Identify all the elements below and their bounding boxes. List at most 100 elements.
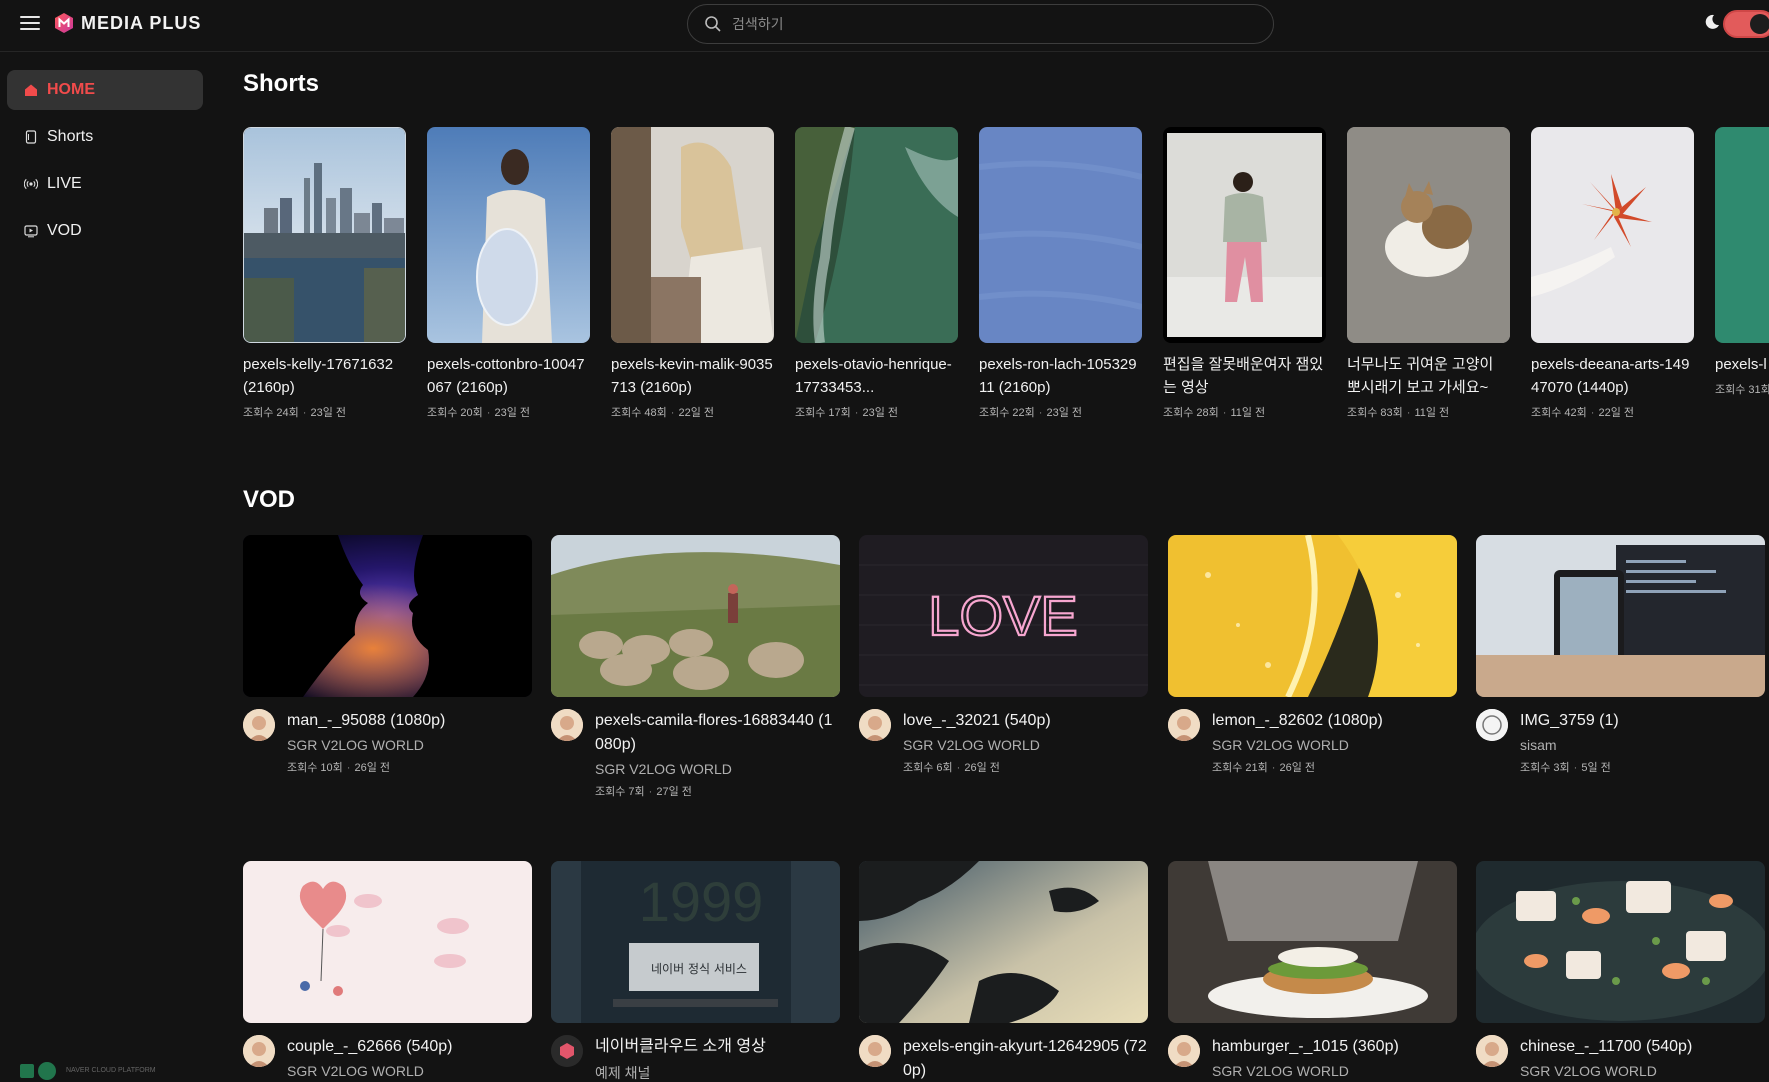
short-title[interactable]: 너무나도 귀여운 고양이 뽀시래기 보고 가세요~ [1347, 353, 1510, 399]
vod-card[interactable]: pexels-engin-akyurt-12642905 (720p) [859, 861, 1148, 1082]
sidebar-item-vod[interactable]: VOD [7, 211, 203, 251]
vod-title[interactable]: lemon_-_82602 (1080p) [1212, 709, 1457, 733]
short-title[interactable]: pexels-cottonbro-10047067 (2160p) [427, 353, 590, 399]
short-card[interactable]: 편집을 잘못배운여자 잼있는 영상 조회수 28회 · 11일 전 [1163, 127, 1326, 420]
channel-avatar[interactable] [1476, 1035, 1508, 1067]
vod-channel[interactable]: SGR V2LOG WORLD [1212, 737, 1457, 753]
vod-card[interactable]: hamburger_-_1015 (360p) SGR V2LOG WORLD [1168, 861, 1457, 1079]
short-thumbnail[interactable] [427, 127, 590, 343]
view-count: 조회수 42회 [1531, 407, 1587, 419]
vod-channel[interactable]: SGR V2LOG WORLD [287, 1063, 532, 1079]
view-count: 조회수 22회 [979, 407, 1035, 419]
sheep-field-image [551, 535, 840, 697]
short-thumbnail[interactable] [1715, 127, 1769, 343]
search-bar[interactable] [687, 4, 1274, 44]
view-count: 조회수 10회 [287, 762, 343, 774]
channel-avatar[interactable] [243, 709, 275, 741]
short-title[interactable]: 편집을 잘못배운여자 잼있는 영상 [1163, 353, 1326, 399]
channel-avatar[interactable] [1168, 1035, 1200, 1067]
vod-title[interactable]: chinese_-_11700 (540p) [1520, 1035, 1765, 1059]
seafood-dish-image [1476, 861, 1765, 1023]
vod-thumbnail[interactable] [551, 535, 840, 697]
app-logo[interactable]: MEDIA PLUS [54, 12, 201, 34]
vod-thumbnail[interactable] [859, 861, 1148, 1023]
sidebar-item-home[interactable]: HOME [7, 70, 203, 110]
vod-channel[interactable]: SGR V2LOG WORLD [1520, 1063, 1765, 1079]
vod-title[interactable]: 네이버클라우드 소개 영상 [595, 1035, 840, 1059]
vod-card[interactable]: 1999 네이버 정식 서비스 네이버클라우드 소개 영상 예제 채널 [551, 861, 840, 1082]
vod-info: IMG_3759 (1) sisam 조회수 3회 · 5일 전 [1476, 709, 1765, 775]
short-card[interactable]: pexels-ron-lach-10532911 (2160p) 조회수 22회… [979, 127, 1142, 420]
vod-title[interactable]: couple_-_62666 (540p) [287, 1035, 532, 1059]
short-card[interactable]: pexels-kelly-17671632 (2160p) 조회수 24회 · 23… [243, 127, 406, 420]
channel-avatar[interactable] [859, 709, 891, 741]
vod-channel[interactable]: sisam [1520, 737, 1765, 753]
vod-card[interactable]: chinese_-_11700 (540p) SGR V2LOG WORLD [1476, 861, 1765, 1079]
aerial-coast-image [795, 127, 958, 343]
vod-info: lemon_-_82602 (1080p) SGR V2LOG WORLD 조회… [1168, 709, 1457, 775]
vod-card[interactable]: LOVE love_-_32021 (540p) SGR V2LOG WORLD… [859, 535, 1148, 775]
channel-avatar[interactable] [243, 1035, 275, 1067]
short-title[interactable]: pexels-l 134336 [1715, 353, 1769, 376]
vod-title[interactable]: love_-_32021 (540p) [903, 709, 1148, 733]
vod-card[interactable]: lemon_-_82602 (1080p) SGR V2LOG WORLD 조회… [1168, 535, 1457, 775]
vod-thumbnail[interactable] [243, 535, 532, 697]
vod-channel[interactable]: SGR V2LOG WORLD [903, 737, 1148, 753]
short-thumbnail[interactable] [1347, 127, 1510, 343]
short-card[interactable]: pexels-cottonbro-10047067 (2160p) 조회수 20… [427, 127, 590, 420]
short-title[interactable]: pexels-ron-lach-10532911 (2160p) [979, 353, 1142, 399]
vod-thumbnail[interactable] [1168, 861, 1457, 1023]
channel-avatar[interactable] [1476, 709, 1508, 741]
short-thumbnail[interactable] [1531, 127, 1694, 343]
vod-channel[interactable]: SGR V2LOG WORLD [287, 737, 532, 753]
vod-card[interactable]: man_-_95088 (1080p) SGR V2LOG WORLD 조회수 … [243, 535, 532, 775]
sidebar-item-label: LIVE [47, 175, 82, 192]
red-flower-image [1531, 127, 1694, 343]
search-icon [705, 16, 721, 32]
vod-card[interactable]: IMG_3759 (1) sisam 조회수 3회 · 5일 전 [1476, 535, 1765, 775]
short-meta: 조회수 20회 · 23일 전 [427, 407, 530, 419]
short-thumbnail[interactable] [1163, 127, 1326, 343]
menu-icon[interactable] [20, 14, 42, 32]
vod-thumbnail[interactable] [1476, 535, 1765, 697]
sidebar-item-shorts[interactable]: Shorts [7, 117, 203, 157]
short-card[interactable]: pexels-kevin-malik-9035713 (2160p) 조회수 4… [611, 127, 774, 420]
vod-channel[interactable]: SGR V2LOG WORLD [1212, 1063, 1457, 1079]
channel-avatar[interactable] [859, 1035, 891, 1067]
upload-age: 5일 전 [1581, 762, 1611, 774]
short-thumbnail[interactable] [979, 127, 1142, 343]
vod-card[interactable]: couple_-_62666 (540p) SGR V2LOG WORLD [243, 861, 532, 1079]
short-title[interactable]: pexels-deeana-arts-14947070 (1440p) [1531, 353, 1694, 399]
short-card[interactable]: pexels-otavio-henrique-17733453... 조회수 1… [795, 127, 958, 420]
vod-channel[interactable]: SGR V2LOG WORLD [595, 761, 840, 777]
short-card[interactable]: 너무나도 귀여운 고양이 뽀시래기 보고 가세요~ 조회수 83회 · 11일 전 [1347, 127, 1510, 420]
vod-thumbnail[interactable] [1168, 535, 1457, 697]
short-title[interactable]: pexels-kevin-malik-9035713 (2160p) [611, 353, 774, 399]
vod-title[interactable]: man_-_95088 (1080p) [287, 709, 532, 733]
vod-title[interactable]: pexels-camila-flores-16883440 (1080p) [595, 709, 840, 757]
short-title[interactable]: pexels-kelly-17671632 (2160p) [243, 353, 406, 399]
short-thumbnail[interactable] [243, 127, 406, 343]
vod-channel[interactable]: 예제 채널 [595, 1063, 840, 1082]
vod-title[interactable]: IMG_3759 (1) [1520, 709, 1765, 733]
channel-avatar[interactable] [1168, 709, 1200, 741]
channel-avatar[interactable] [551, 1035, 583, 1067]
vod-card[interactable]: pexels-camila-flores-16883440 (1080p) SG… [551, 535, 840, 799]
vod-thumbnail[interactable] [243, 861, 532, 1023]
short-title[interactable]: pexels-otavio-henrique-17733453... [795, 353, 958, 399]
short-thumbnail[interactable] [795, 127, 958, 343]
upload-age: 22일 전 [678, 407, 714, 419]
dark-mode-toggle[interactable] [1723, 10, 1769, 38]
short-thumbnail[interactable] [611, 127, 774, 343]
short-card[interactable]: pexels-deeana-arts-14947070 (1440p) 조회수 … [1531, 127, 1694, 420]
search-input[interactable] [732, 16, 1232, 32]
vod-thumbnail[interactable] [1476, 861, 1765, 1023]
vod-title[interactable]: pexels-engin-akyurt-12642905 (720p) [903, 1035, 1148, 1082]
vod-thumbnail[interactable]: LOVE [859, 535, 1148, 697]
channel-avatar[interactable] [551, 709, 583, 741]
sidebar-item-live[interactable]: LIVE [7, 164, 203, 204]
vod-thumbnail[interactable]: 1999 네이버 정식 서비스 [551, 861, 840, 1023]
vod-title[interactable]: hamburger_-_1015 (360p) [1212, 1035, 1457, 1059]
short-card[interactable]: pexels-l 134336 조회수 31회 [1715, 127, 1769, 397]
upload-age: 23일 전 [862, 407, 898, 419]
